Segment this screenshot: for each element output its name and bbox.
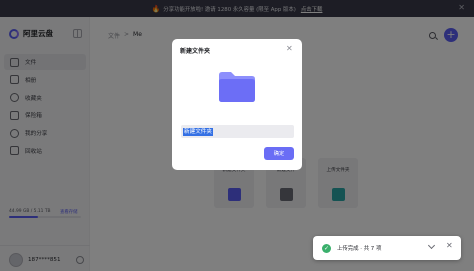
check-icon: ✓ [322,243,331,253]
upload-toast: ✓ 上传完成 · 共 7 项 ✕ [313,236,461,260]
dialog-title: 新建文件夹 [180,48,211,55]
folder-name-value: 新建文件夹 [183,127,213,136]
confirm-button[interactable]: 确定 [264,147,294,160]
chevron-down-icon[interactable] [427,241,436,250]
new-folder-dialog: 新建文件夹 ✕ 新建文件夹 确定 [172,39,302,170]
toast-message: 上传完成 · 共 7 项 [337,246,382,252]
folder-icon [219,72,255,102]
folder-name-input[interactable]: 新建文件夹 [181,125,294,138]
toast-close-icon[interactable]: ✕ [446,241,453,250]
dialog-close-icon[interactable]: ✕ [286,44,293,53]
